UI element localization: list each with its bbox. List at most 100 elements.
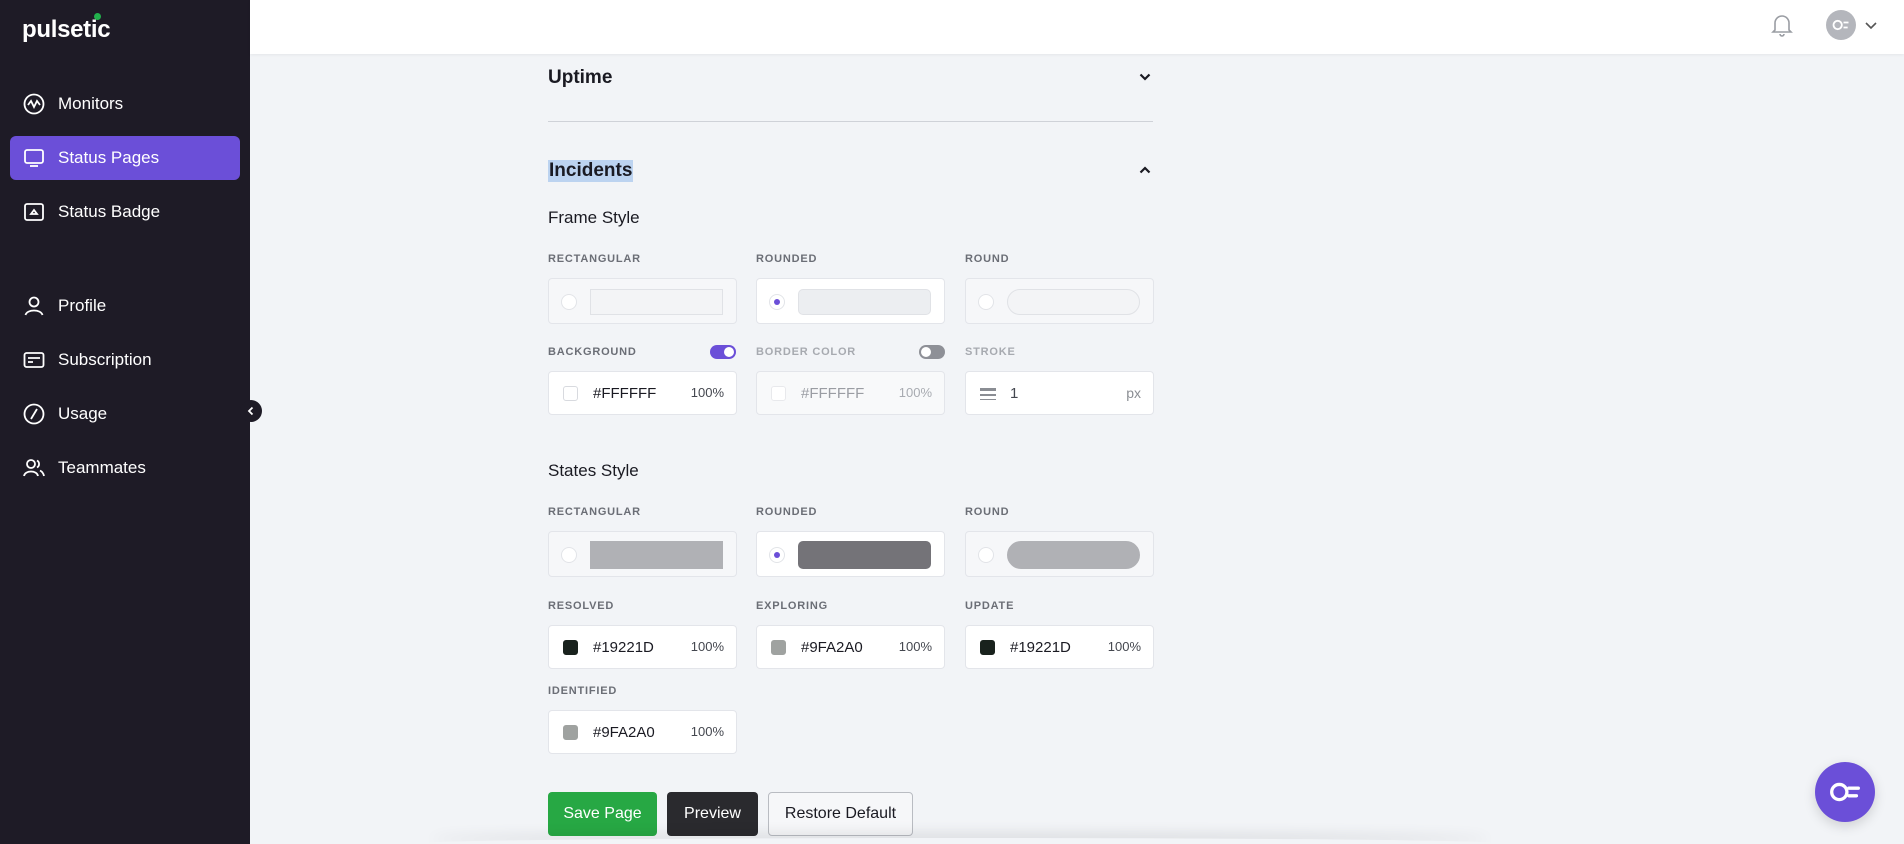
hex-value[interactable]: #19221D: [593, 639, 654, 656]
hex-value[interactable]: #9FA2A0: [593, 724, 655, 741]
stroke-value[interactable]: 1: [1010, 385, 1018, 402]
frame-style-rectangular-option[interactable]: [548, 278, 737, 324]
opacity-value[interactable]: 100%: [691, 724, 724, 739]
opacity-value[interactable]: 100%: [899, 639, 932, 654]
sidebar: pulsetic Monitors Status Pages Status Ba…: [0, 0, 250, 844]
resolved-label: RESOLVED: [548, 600, 615, 612]
card-icon: [22, 348, 46, 372]
sidebar-item-teammates[interactable]: Teammates: [10, 446, 240, 490]
frame-style-round-option[interactable]: [965, 278, 1154, 324]
shape-preview: [798, 541, 931, 569]
states-style-rounded-option[interactable]: [756, 531, 945, 577]
hex-value[interactable]: #9FA2A0: [801, 639, 863, 656]
chevron-left-icon: [247, 406, 254, 416]
exploring-label: EXPLORING: [756, 600, 828, 612]
states-style-round-option[interactable]: [965, 531, 1154, 577]
color-swatch[interactable]: [563, 386, 578, 401]
radio[interactable]: [561, 547, 577, 563]
border-color-toggle[interactable]: [919, 345, 945, 359]
sidebar-item-profile[interactable]: Profile: [10, 284, 240, 328]
users-icon: [22, 456, 46, 480]
frame-style-heading: Frame Style: [548, 208, 640, 227]
hex-value[interactable]: #FFFFFF: [801, 385, 864, 402]
sidebar-item-label: Subscription: [58, 350, 152, 369]
chat-icon: [1830, 782, 1860, 802]
chevron-up-icon: [1139, 166, 1151, 174]
update-label: UPDATE: [965, 600, 1015, 612]
background-label: BACKGROUND: [548, 346, 637, 358]
sidebar-item-usage[interactable]: Usage: [10, 392, 240, 436]
radio[interactable]: [769, 547, 785, 563]
stroke-width-icon: [980, 388, 996, 400]
sidebar-collapse-button[interactable]: [240, 400, 262, 422]
sidebar-item-monitors[interactable]: Monitors: [10, 82, 240, 126]
identified-color-field[interactable]: #9FA2A0 100%: [548, 710, 737, 754]
uptime-section-header[interactable]: Uptime: [548, 55, 1153, 101]
shape-preview: [798, 289, 931, 315]
top-bar: [250, 0, 1904, 54]
shape-preview: [590, 289, 723, 315]
bottom-panel-edge: [430, 838, 1490, 844]
avatar[interactable]: [1826, 10, 1856, 40]
status-page-icon: [22, 146, 46, 170]
monitor-pulse-icon: [22, 92, 46, 116]
preview-button[interactable]: Preview: [667, 792, 758, 836]
sidebar-item-subscription[interactable]: Subscription: [10, 338, 240, 382]
status-page-editor: Uptime Incidents: [548, 54, 1153, 194]
sidebar-item-label: Monitors: [58, 94, 124, 113]
frame-rectangular-label: RECTANGULAR: [548, 253, 641, 265]
status-badge-icon: [22, 200, 46, 224]
opacity-value[interactable]: 100%: [691, 639, 724, 654]
color-swatch[interactable]: [771, 386, 786, 401]
shape-preview: [1007, 541, 1140, 569]
sidebar-item-label: Teammates: [58, 458, 146, 477]
avatar-icon: [1832, 19, 1849, 31]
save-page-button[interactable]: Save Page: [548, 792, 657, 836]
color-swatch[interactable]: [771, 640, 786, 655]
states-rectangular-label: RECTANGULAR: [548, 506, 641, 518]
radio[interactable]: [978, 294, 994, 310]
states-round-label: ROUND: [965, 506, 1010, 518]
resolved-color-field[interactable]: #19221D 100%: [548, 625, 737, 669]
hex-value[interactable]: #FFFFFF: [593, 385, 656, 402]
background-color-field[interactable]: #FFFFFF 100%: [548, 371, 737, 415]
restore-default-button[interactable]: Restore Default: [768, 792, 913, 836]
color-swatch[interactable]: [563, 640, 578, 655]
radio[interactable]: [769, 294, 785, 310]
sidebar-item-label: Usage: [58, 404, 108, 423]
hex-value[interactable]: #19221D: [1010, 639, 1071, 656]
sidebar-item-status-pages[interactable]: Status Pages: [10, 136, 240, 180]
chat-launcher-button[interactable]: [1815, 762, 1875, 822]
color-swatch[interactable]: [563, 725, 578, 740]
incidents-section-header[interactable]: Incidents: [548, 148, 1153, 194]
sidebar-item-label: Status Badge: [58, 202, 161, 221]
opacity-value[interactable]: 100%: [691, 385, 724, 400]
frame-style-rounded-option[interactable]: [756, 278, 945, 324]
stroke-label: STROKE: [965, 346, 1016, 358]
section-title: Incidents: [548, 160, 634, 182]
exploring-color-field[interactable]: #9FA2A0 100%: [756, 625, 945, 669]
sidebar-item-label: Profile: [58, 296, 107, 315]
shape-preview: [1007, 289, 1140, 315]
radio[interactable]: [561, 294, 577, 310]
user-icon: [22, 294, 46, 318]
opacity-value[interactable]: 100%: [899, 385, 932, 400]
app-logo[interactable]: pulsetic: [22, 16, 111, 44]
sidebar-item-status-badge[interactable]: Status Badge: [10, 190, 240, 234]
background-toggle[interactable]: [710, 345, 736, 359]
frame-round-label: ROUND: [965, 253, 1010, 265]
states-style-rectangular-option[interactable]: [548, 531, 737, 577]
border-color-label: BORDER COLOR: [756, 346, 857, 358]
shape-preview: [590, 541, 723, 569]
opacity-value[interactable]: 100%: [1108, 639, 1141, 654]
chevron-down-icon[interactable]: [1864, 18, 1878, 32]
radio[interactable]: [978, 547, 994, 563]
stroke-field[interactable]: 1 px: [965, 371, 1154, 415]
toggle-knob: [921, 347, 931, 357]
section-title: Uptime: [548, 67, 613, 88]
color-swatch[interactable]: [980, 640, 995, 655]
logo-dot: [94, 13, 101, 20]
border-color-field[interactable]: #FFFFFF 100%: [756, 371, 945, 415]
notification-bell-icon[interactable]: [1770, 12, 1794, 38]
update-color-field[interactable]: #19221D 100%: [965, 625, 1154, 669]
